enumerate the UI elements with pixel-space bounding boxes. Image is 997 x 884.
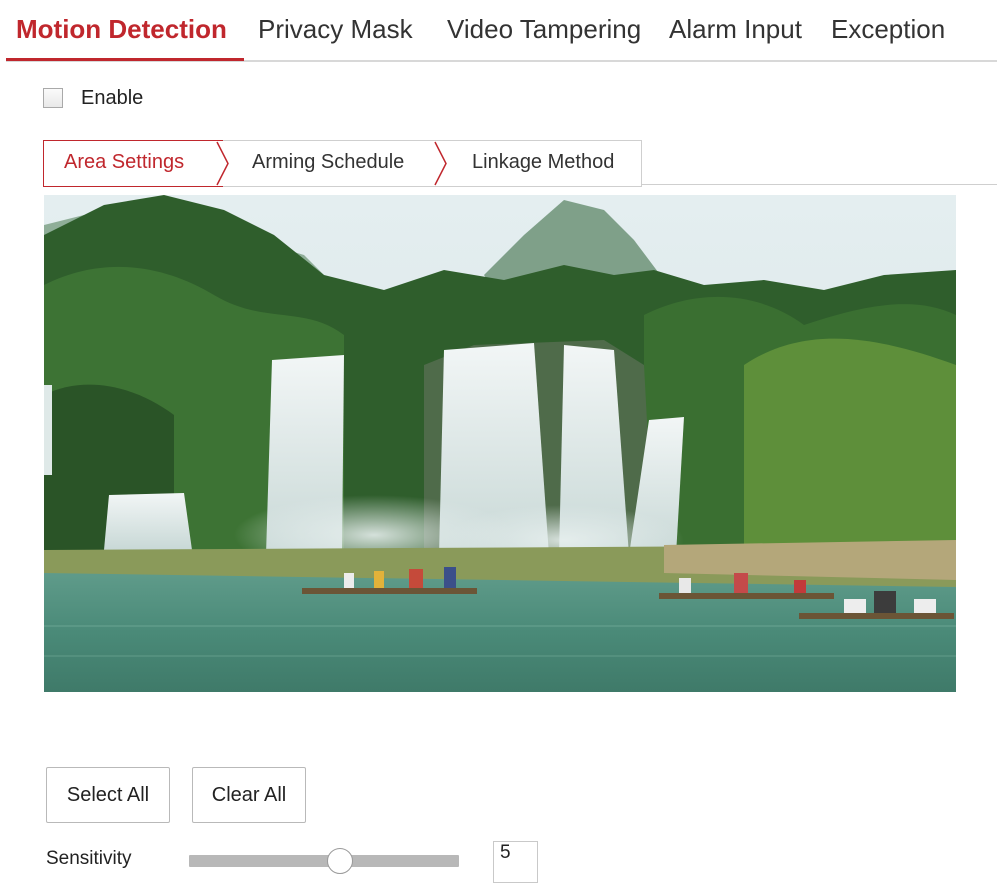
video-preview-area[interactable] xyxy=(44,195,956,692)
sensitivity-slider[interactable] xyxy=(189,848,459,874)
sub-tab-arming-schedule[interactable]: Arming Schedule xyxy=(252,151,404,174)
tab-privacy-mask[interactable]: Privacy Mask xyxy=(258,14,413,45)
chevron-right-icon xyxy=(216,141,229,186)
tab-exception[interactable]: Exception xyxy=(831,14,945,45)
sub-tab-linkage-method[interactable]: Linkage Method xyxy=(472,151,614,174)
slider-track[interactable] xyxy=(189,855,459,867)
tab-video-tampering[interactable]: Video Tampering xyxy=(447,14,641,45)
sub-tab-area-settings[interactable]: Area Settings xyxy=(64,151,184,174)
sub-tab-bar: Area Settings Arming Schedule Linkage Me… xyxy=(43,140,642,187)
clear-all-button[interactable]: Clear All xyxy=(192,767,306,823)
enable-checkbox[interactable] xyxy=(43,88,63,108)
chevron-right-icon xyxy=(434,141,447,186)
enable-label: Enable xyxy=(81,87,144,109)
tab-motion-detection[interactable]: Motion Detection xyxy=(16,14,227,45)
sensitivity-value-field[interactable]: 5 xyxy=(493,841,538,883)
waterfall-scene-image xyxy=(44,195,956,692)
select-all-button[interactable]: Select All xyxy=(46,767,170,823)
tab-alarm-input[interactable]: Alarm Input xyxy=(669,14,802,45)
sub-tab-divider xyxy=(641,184,997,185)
active-tab-indicator xyxy=(6,58,244,61)
slider-handle[interactable] xyxy=(327,848,354,874)
motion-detection-page: Motion Detection Privacy Mask Video Tamp… xyxy=(0,0,997,884)
top-tab-bar: Motion Detection Privacy Mask Video Tamp… xyxy=(6,0,997,62)
sensitivity-label: Sensitivity xyxy=(46,848,132,869)
